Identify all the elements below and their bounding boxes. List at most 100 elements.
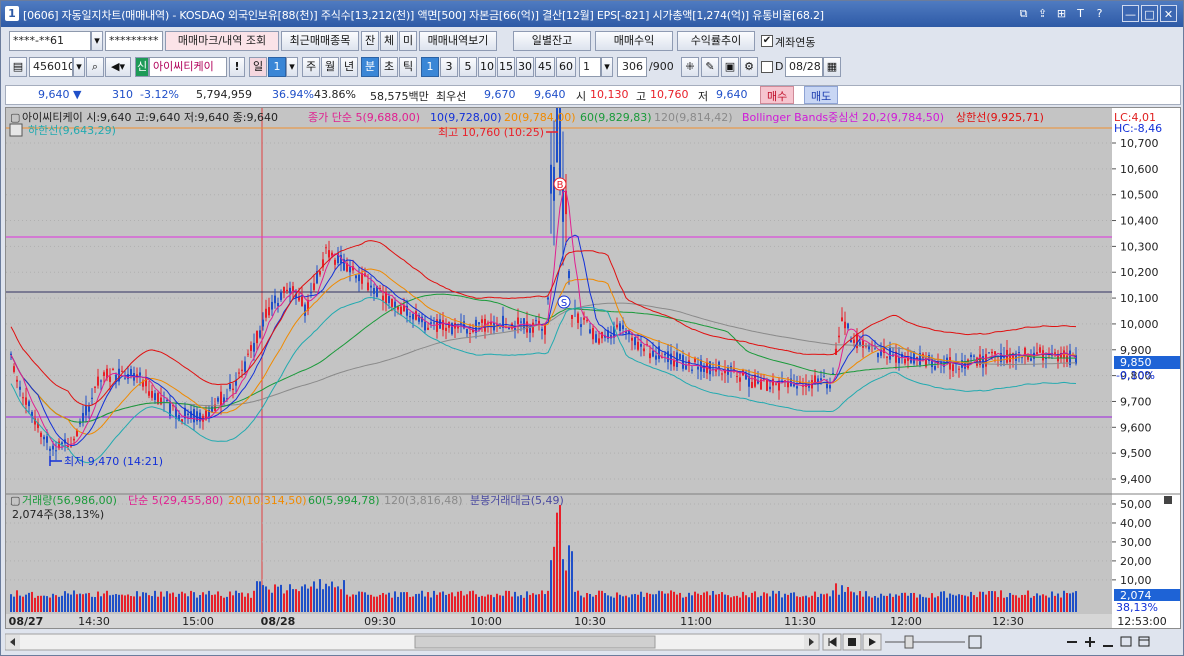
interval-60-button[interactable]: 60 [556,57,576,77]
password-input[interactable]: ********* [105,31,163,51]
period-week-button[interactable]: 주 [302,57,320,77]
interval-input[interactable]: 1 [579,57,601,77]
period-day-button[interactable]: 일 [249,57,267,77]
search-icon[interactable]: ⌕ [86,57,104,77]
interval-45-button[interactable]: 45 [535,57,555,77]
volume-bar [118,594,120,612]
restore-panel-icon[interactable] [1120,636,1132,647]
volume-bar [691,595,693,612]
chart-settings-icon[interactable]: ▤ [9,57,27,77]
candle-body [856,333,858,349]
pin-icon[interactable]: ⇪ [1034,5,1051,22]
crosshair-icon[interactable]: ⁜ [681,57,699,77]
candle-body [973,355,975,357]
recent-trades-button[interactable]: 최근매매종목 [281,31,359,51]
candle-body [622,325,624,330]
count-input[interactable]: 306 [617,57,647,77]
profit-trend-button[interactable]: 수익률추이 [677,31,755,51]
interval-5-button[interactable]: 5 [459,57,477,77]
volume-bar [136,591,138,612]
volume-bar [985,594,987,612]
chart-svg[interactable]: 10,700 10,600 10,500 10,400 10,300 10,200 10,1… [6,108,1180,628]
period-tick-button[interactable]: 틱 [399,57,417,77]
price-axis-label: 10,200 [1120,266,1159,279]
link-icon[interactable]: ⧉ [1015,5,1032,22]
draw-tool-icon[interactable]: ✎ [701,57,719,77]
gear-icon[interactable]: ⚙ [740,57,758,77]
volume-bar [718,594,720,612]
period-month-button[interactable]: 월 [321,57,339,77]
stop-icon[interactable] [842,633,862,651]
trade-mark-button[interactable]: 매매마크/내역 조회 [165,31,279,51]
help-icon[interactable]: ? [1091,5,1108,22]
interval-30-button[interactable]: 30 [516,57,534,77]
unfilled-button[interactable]: 미 [399,31,417,51]
stock-code-input[interactable]: 456010 [29,57,73,77]
candle-body [691,369,693,371]
volume-bar [46,596,48,612]
candle-body [571,314,573,319]
candle-body [898,357,900,364]
volume-bar [799,597,801,612]
volume-bar [370,594,372,612]
interval-15-button[interactable]: 15 [497,57,515,77]
price-axis-label: 9,900 [1120,344,1152,357]
daily-balance-button[interactable]: 일별잔고 [513,31,591,51]
interval-3-button[interactable]: 3 [440,57,458,77]
legend-vol-ma120: 120(3,816,48) [384,494,463,507]
save-icon[interactable]: ▣ [721,57,739,77]
close-button[interactable]: ✕ [1160,5,1177,22]
chart-area[interactable]: 10,700 10,600 10,500 10,400 10,300 10,200 10,1… [5,107,1181,629]
volume-bar [898,595,900,612]
font-icon[interactable]: T [1072,5,1089,22]
speaker-icon[interactable]: ◀▾ [105,57,131,77]
interval-10-button[interactable]: 10 [478,57,496,77]
warning-icon[interactable]: ! [229,57,245,77]
interval-1-button[interactable]: 1 [421,57,439,77]
minimize-button[interactable]: — [1122,5,1139,22]
trade-profit-button[interactable]: 매매수익 [595,31,673,51]
buy-button[interactable]: 매수 [760,86,795,104]
account-link-checkbox[interactable]: ✔ [761,35,773,47]
fit-icon[interactable] [968,635,982,649]
candle-body [373,288,375,294]
period-dropdown-icon[interactable]: ▾ [286,57,298,77]
calendar-icon[interactable]: ▦ [823,57,841,77]
zoom-in-icon[interactable] [1085,637,1095,647]
period-second-button[interactable]: 초 [380,57,398,77]
candle-body [424,321,426,331]
first-page-icon[interactable] [822,633,842,651]
date-checkbox[interactable] [761,61,773,73]
account-dropdown-icon[interactable]: ▾ [91,31,103,51]
volume-bar [973,595,975,612]
scroll-left-icon[interactable] [6,635,20,649]
interval-dropdown-icon[interactable]: ▾ [601,57,613,77]
legend-amount: 분봉거래대금(5,49) [470,494,564,507]
time-axis-label: 10:00 [470,615,502,628]
volume-bar [802,596,804,612]
stock-name[interactable]: 아이씨티케이 [149,57,227,77]
scroll-right-icon[interactable] [804,635,818,649]
code-dropdown-icon[interactable]: ▾ [73,57,85,77]
play-icon[interactable] [862,633,882,651]
volume-bar [241,592,243,612]
period-year-button[interactable]: 년 [340,57,358,77]
scroll-thumb[interactable] [414,635,656,649]
panel-settings-icon[interactable] [1138,636,1150,647]
sell-button[interactable]: 매도 [804,86,839,104]
volume-bar [400,592,402,612]
volume-bar [391,597,393,612]
date-input[interactable]: 08/28 [785,57,823,77]
volume-bar [415,594,417,612]
filled-button[interactable]: 체 [380,31,398,51]
zoom-slider[interactable] [885,635,965,649]
period-select[interactable]: 1 [268,57,286,77]
account-input[interactable]: ****-**61 [9,31,91,51]
balance-button[interactable]: 잔 [361,31,379,51]
candle-body [520,321,522,323]
maximize-button[interactable]: □ [1141,5,1158,22]
period-minute-button[interactable]: 분 [361,57,379,77]
volume-bar [421,590,423,612]
trade-history-button[interactable]: 매매내역보기 [419,31,497,51]
layout-icon[interactable]: ⊞ [1053,5,1070,22]
